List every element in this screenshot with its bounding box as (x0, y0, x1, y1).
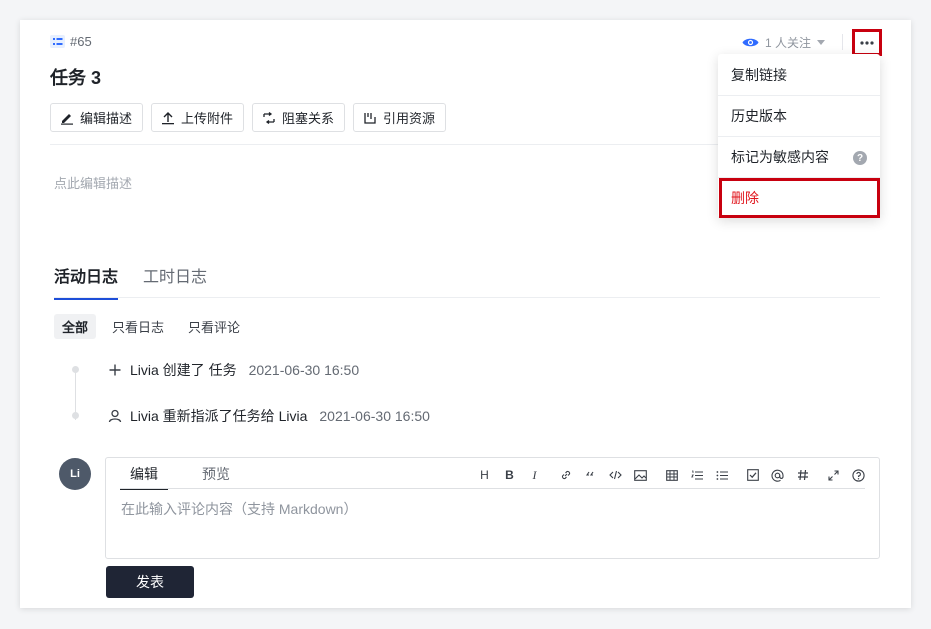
log-tabs: 活动日志 工时日志 (54, 263, 207, 300)
link-button[interactable] (553, 466, 578, 484)
user-icon (108, 409, 122, 423)
quote-button[interactable] (578, 466, 603, 484)
divider (842, 34, 843, 50)
highlight-box (719, 178, 880, 218)
tab-preview[interactable]: 预览 (192, 464, 240, 490)
editor-tabs: 编辑 预览 (120, 464, 240, 490)
upload-icon (162, 111, 175, 124)
ordered-list-icon (690, 470, 703, 480)
tab-work-log[interactable]: 工时日志 (143, 263, 207, 300)
upload-attachment-button[interactable]: 上传附件 (151, 103, 245, 132)
submit-comment-button[interactable]: 发表 (106, 566, 194, 598)
blocking-icon (263, 111, 275, 124)
image-icon (634, 469, 647, 481)
expand-icon (828, 469, 839, 481)
filter-comments-only[interactable]: 只看评论 (180, 314, 248, 339)
activity-text: Livia 重新指派了任务给 Livia (130, 408, 308, 424)
blocking-relation-button[interactable]: 阻塞关系 (252, 103, 346, 132)
comment-editor: 编辑 预览 H B I 在此输入评论内容（支持 Markdown） (105, 457, 880, 559)
upload-attachment-label: 上传附件 (181, 111, 234, 126)
menu-item-label: 标记为敏感内容 (731, 149, 829, 165)
mention-button[interactable] (765, 466, 790, 484)
activity-time: 2021-06-30 16:50 (319, 408, 430, 424)
issue-title[interactable]: 任务 3 (50, 64, 101, 90)
italic-button[interactable]: I (522, 466, 547, 484)
code-button[interactable] (603, 466, 628, 484)
activity-text: Livia 创建了 任务 (130, 362, 237, 378)
activity-item: Livia 重新指派了任务给 Livia 2021-06-30 16:50 (108, 406, 430, 426)
eye-icon (742, 38, 759, 47)
issue-id: #65 (50, 34, 92, 49)
more-options-button[interactable] (852, 29, 882, 56)
caret-down-icon (817, 40, 826, 45)
tab-edit[interactable]: 编辑 (120, 464, 168, 490)
hashtag-button[interactable] (790, 466, 815, 484)
edit-description-button[interactable]: 编辑描述 (50, 103, 144, 132)
activity-item: Livia 创建了 任务 2021-06-30 16:50 (108, 360, 359, 380)
code-icon (609, 470, 622, 480)
checkbox-icon (746, 469, 759, 481)
filter-logs-only[interactable]: 只看日志 (104, 314, 172, 339)
menu-item-label: 复制链接 (731, 66, 787, 83)
menu-item-mark-sensitive[interactable]: 标记为敏感内容 ? (718, 136, 880, 177)
plus-icon (109, 364, 121, 376)
menu-item-copy-link[interactable]: 复制链接 (718, 54, 880, 95)
filter-all[interactable]: 全部 (54, 314, 97, 339)
unordered-list-icon (716, 470, 728, 480)
divider (54, 297, 880, 298)
description-placeholder[interactable]: 点此编辑描述 (54, 173, 132, 192)
issue-number: #65 (70, 34, 92, 49)
reference-resource-button[interactable]: 引用资源 (353, 103, 447, 132)
divider (120, 488, 865, 489)
reference-icon (364, 112, 376, 124)
activity-time: 2021-06-30 16:50 (248, 362, 360, 378)
edit-description-label: 编辑描述 (80, 111, 133, 126)
help-button[interactable] (846, 466, 871, 484)
activity-filters: 全部 只看日志 只看评论 (54, 314, 248, 339)
unordered-list-button[interactable] (709, 466, 734, 484)
description-toolbar: 编辑描述 上传附件 阻塞关系 引用资源 (50, 103, 447, 132)
ordered-list-button[interactable] (684, 466, 709, 484)
hash-icon (797, 469, 808, 481)
watch-label: 1 人关注 (765, 36, 812, 50)
ellipsis-icon (860, 40, 874, 45)
menu-item-label: 历史版本 (731, 108, 787, 124)
timeline-dot (72, 412, 79, 419)
help-icon[interactable]: ? (853, 151, 867, 165)
table-icon (665, 469, 678, 481)
reference-resource-label: 引用资源 (383, 111, 436, 126)
more-options-menu: 复制链接 历史版本 标记为敏感内容 ? 删除 (718, 54, 880, 218)
image-button[interactable] (628, 466, 653, 484)
fullscreen-button[interactable] (821, 466, 846, 484)
watch-button[interactable]: 1 人关注 (742, 34, 826, 51)
blocking-relation-label: 阻塞关系 (282, 111, 335, 126)
quote-icon (585, 471, 593, 476)
table-button[interactable] (659, 466, 684, 484)
pencil-icon (61, 113, 73, 125)
avatar: Li (59, 458, 91, 490)
menu-item-history[interactable]: 历史版本 (718, 95, 880, 136)
heading-button[interactable]: H (472, 466, 497, 484)
task-icon (50, 35, 65, 48)
bold-button[interactable]: B (497, 466, 522, 484)
tab-activity-log[interactable]: 活动日志 (54, 263, 119, 300)
editor-toolbar: H B I (472, 466, 871, 484)
comment-input[interactable]: 在此输入评论内容（支持 Markdown） (121, 499, 357, 519)
checklist-button[interactable] (740, 466, 765, 484)
at-icon (771, 469, 784, 482)
link-icon (561, 470, 570, 480)
timeline-dot (72, 366, 79, 373)
question-icon (852, 468, 865, 482)
